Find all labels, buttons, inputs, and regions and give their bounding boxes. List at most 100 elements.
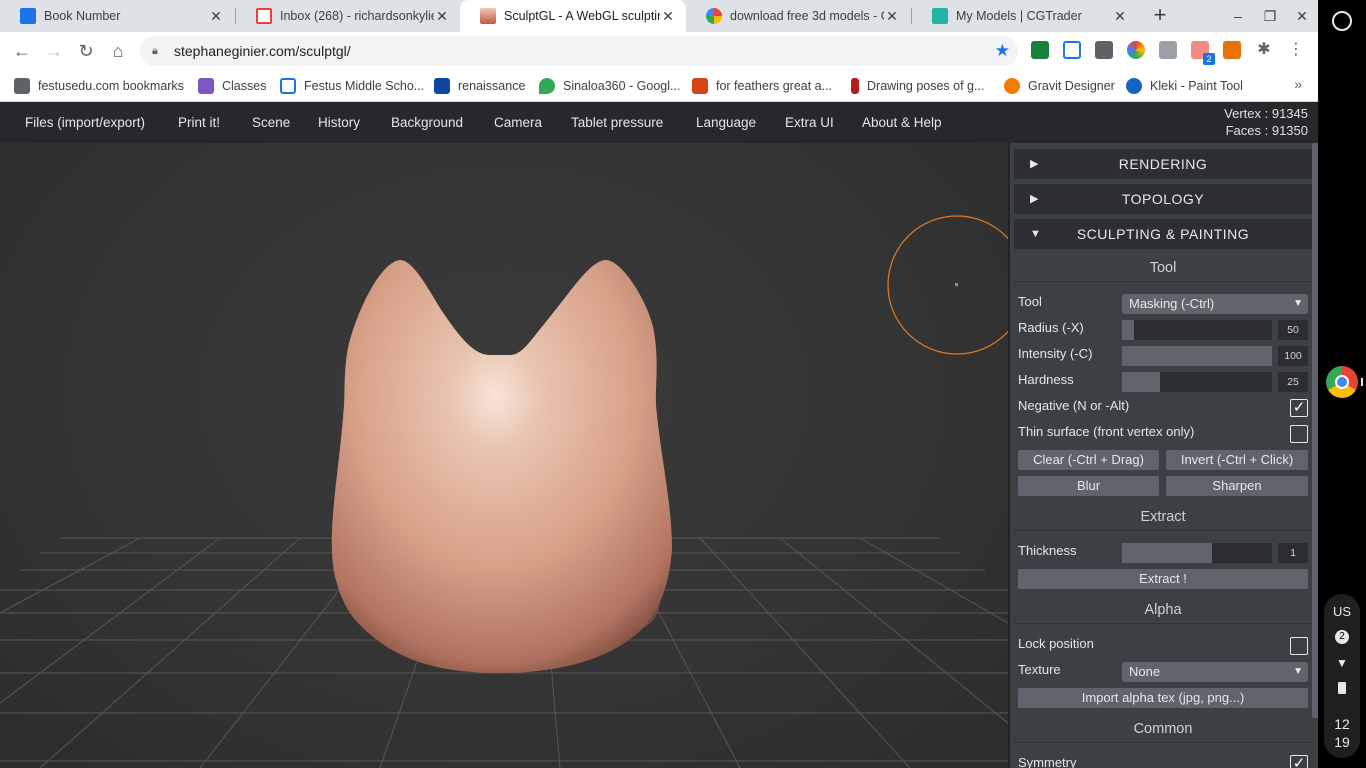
shield-extension-icon[interactable] <box>1063 41 1081 59</box>
bookmark-label: Sinaloa360 - Googl... <box>563 79 681 93</box>
minimize-window-button[interactable]: – <box>1225 4 1251 28</box>
invert-mask-button[interactable]: Invert (-Ctrl + Click) <box>1166 450 1308 470</box>
tab-sculptgl[interactable]: SculptGL - A WebGL sculpting ✕ <box>460 0 686 32</box>
menu-scene[interactable]: Scene <box>252 103 290 143</box>
close-tab-icon[interactable]: ✕ <box>1112 8 1128 25</box>
extension-badge: 2 <box>1203 53 1215 65</box>
bookmark-star-icon[interactable]: ★ <box>995 36 1010 66</box>
close-tab-icon[interactable]: ✕ <box>208 8 224 25</box>
folder-icon <box>14 78 30 94</box>
intensity-slider[interactable] <box>1122 346 1272 366</box>
bookmark-festus-middle[interactable]: Festus Middle Scho... <box>280 76 424 96</box>
menu-background[interactable]: Background <box>391 103 463 143</box>
texture-label: Texture <box>1018 662 1061 677</box>
3d-viewport[interactable] <box>0 143 1008 768</box>
sharpen-mask-button[interactable]: Sharpen <box>1166 476 1308 496</box>
bookmark-renaissance[interactable]: renaissance <box>434 76 525 96</box>
bookmark-extension-icon[interactable] <box>1223 41 1241 59</box>
import-alpha-button[interactable]: Import alpha tex (jpg, png...) <box>1018 688 1308 708</box>
bookmark-classes[interactable]: Classes <box>198 76 266 96</box>
menu-camera[interactable]: Camera <box>494 103 542 143</box>
forward-arrow-icon[interactable]: → <box>42 39 66 63</box>
hardness-slider[interactable] <box>1122 372 1272 392</box>
more-bookmarks-button[interactable]: » <box>1294 76 1302 92</box>
screencast-extension-icon[interactable] <box>1095 41 1113 59</box>
bookmark-kleki[interactable]: Kleki - Paint Tool <box>1126 76 1243 96</box>
gravit-icon <box>1004 78 1020 94</box>
clear-mask-button[interactable]: Clear (-Ctrl + Drag) <box>1018 450 1159 470</box>
maximize-window-button[interactable]: ❐ <box>1257 4 1283 28</box>
puzzle-extensions-icon[interactable]: ✱ <box>1255 41 1273 59</box>
topology-folder[interactable]: TOPOLOGY ▶ <box>1014 184 1312 214</box>
radius-value[interactable]: 50 <box>1278 320 1308 340</box>
close-tab-icon[interactable]: ✕ <box>660 8 676 25</box>
clock-hour: 12 <box>1334 716 1350 732</box>
menu-about-help[interactable]: About & Help <box>862 103 942 143</box>
chrome-app-center <box>1335 375 1349 389</box>
menu-language[interactable]: Language <box>696 103 756 143</box>
bookmark-sinaloa360[interactable]: Sinaloa360 - Googl... <box>539 76 680 96</box>
negative-label: Negative (N or -Alt) <box>1018 398 1130 413</box>
thickness-slider[interactable] <box>1122 543 1272 563</box>
tool-select[interactable]: Masking (-Ctrl) ▼ <box>1122 294 1308 314</box>
color-picker-extension-icon[interactable] <box>1127 41 1145 59</box>
reload-icon[interactable]: ↻ <box>74 39 98 63</box>
extract-button[interactable]: Extract ! <box>1018 569 1308 589</box>
bookmark-label: Drawing poses of g... <box>867 79 985 93</box>
symmetry-label: Symmetry <box>1018 755 1077 768</box>
system-tray[interactable]: US 2 ▼ 12 19 <box>1324 594 1360 758</box>
sculpting-painting-folder[interactable]: SCULPTING & PAINTING ▼ <box>1014 219 1312 249</box>
battery-icon <box>1338 682 1346 694</box>
close-window-button[interactable]: ✕ <box>1289 4 1315 28</box>
kebab-menu-icon[interactable]: ⋮ <box>1287 41 1305 59</box>
bookmark-feathers[interactable]: for feathers great a... <box>692 76 832 96</box>
classroom-extension-icon[interactable] <box>1031 41 1049 59</box>
tab-cgtrader[interactable]: My Models | CGTrader ✕ <box>912 0 1138 32</box>
texture-select[interactable]: None ▼ <box>1122 662 1308 682</box>
menu-history[interactable]: History <box>318 103 360 143</box>
mesh-stats: Vertex : 91345 Faces : 91350 <box>1224 105 1308 139</box>
rendering-folder[interactable]: RENDERING ▶ <box>1014 149 1312 179</box>
lock-position-checkbox[interactable] <box>1290 637 1308 655</box>
hardness-value[interactable]: 25 <box>1278 372 1308 392</box>
address-bar[interactable]: 🔒︎ stephaneginier.com/sculptgl/ ★ <box>140 36 1018 66</box>
thin-surface-checkbox[interactable] <box>1290 425 1308 443</box>
bookmark-festusedu[interactable]: festusedu.com bookmarks <box>14 76 184 96</box>
symmetry-checkbox[interactable]: ✓ <box>1290 755 1308 768</box>
radius-slider[interactable] <box>1122 320 1272 340</box>
ime-indicator: US <box>1332 604 1352 619</box>
menu-extra-ui[interactable]: Extra UI <box>785 103 834 143</box>
launcher-icon[interactable] <box>1332 11 1352 31</box>
bookmark-label: renaissance <box>458 79 526 93</box>
negative-checkbox[interactable]: ✓ <box>1290 399 1308 417</box>
chrome-app-icon[interactable] <box>1326 366 1358 398</box>
sculpting-panel: RENDERING ▶ TOPOLOGY ▶ SCULPTING & PAINT… <box>1008 143 1318 768</box>
sculptgl-menubar: Files (import/export) Print it! Scene Hi… <box>0 103 1318 143</box>
tab-title: My Models | CGTrader <box>956 9 1082 23</box>
menu-print[interactable]: Print it! <box>178 103 220 143</box>
google-favicon-icon <box>706 8 722 24</box>
viewport-scene <box>0 215 1008 768</box>
cast-extension-icon[interactable] <box>1159 41 1177 59</box>
tab-google-search[interactable]: download free 3d models - Go ✕ <box>686 0 910 32</box>
tab-book-number[interactable]: Book Number ✕ <box>0 0 234 32</box>
close-tab-icon[interactable]: ✕ <box>884 8 900 25</box>
blur-mask-button[interactable]: Blur <box>1018 476 1159 496</box>
home-icon[interactable]: ⌂ <box>106 39 130 63</box>
bookmark-label: Kleki - Paint Tool <box>1150 79 1243 93</box>
tab-title: Book Number <box>44 9 121 23</box>
bookmark-gravit[interactable]: Gravit Designer <box>1004 76 1115 96</box>
menu-files[interactable]: Files (import/export) <box>25 103 145 143</box>
back-arrow-icon[interactable]: ← <box>10 39 34 63</box>
brush-cursor <box>887 215 1008 355</box>
menu-tablet-pressure[interactable]: Tablet pressure <box>571 103 663 143</box>
lock-icon[interactable]: 🔒︎ <box>152 36 158 66</box>
bookmark-drawing-poses[interactable]: Drawing poses of g... <box>851 76 984 96</box>
thickness-value[interactable]: 1 <box>1278 543 1308 563</box>
tab-inbox[interactable]: Inbox (268) - richardsonkylie@ ✕ <box>236 0 460 32</box>
close-tab-icon[interactable]: ✕ <box>434 8 450 25</box>
book-number-favicon-icon <box>20 8 36 24</box>
intensity-value[interactable]: 100 <box>1278 346 1308 366</box>
map-pin-icon <box>539 78 555 94</box>
new-tab-button[interactable]: + <box>1148 4 1172 28</box>
